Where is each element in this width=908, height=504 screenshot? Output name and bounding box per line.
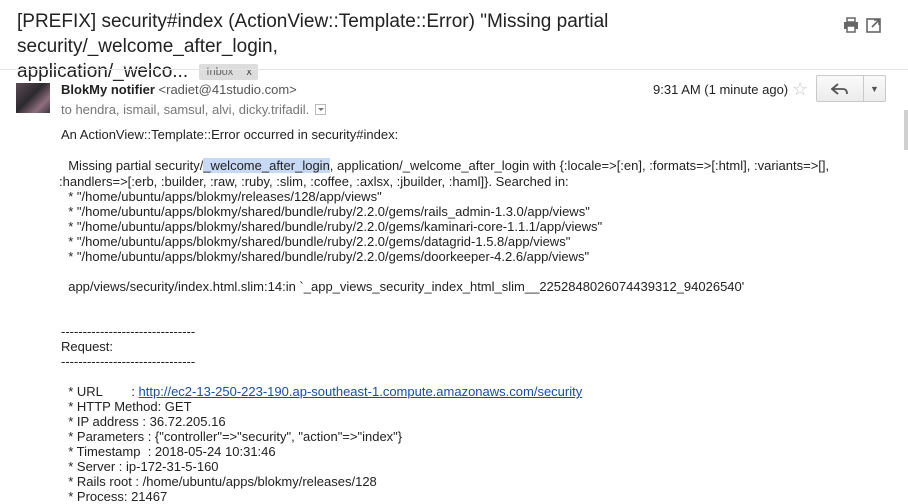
url-label: * URL : [61, 384, 139, 399]
reply-button[interactable] [816, 75, 864, 102]
sender-avatar[interactable] [16, 83, 50, 113]
search-path-item: * "/home/ubuntu/apps/blokmy/shared/bundl… [61, 219, 603, 234]
header-divider [0, 69, 908, 70]
error-suffix: , application/_welcome_after_login with … [329, 158, 830, 173]
new-window-icon[interactable] [866, 17, 882, 33]
request-detail: * Rails root : /home/ubuntu/apps/blokmy/… [61, 474, 377, 489]
print-icon[interactable] [843, 17, 859, 33]
more-actions-button[interactable]: ▼ [864, 75, 886, 102]
error-line-2: :handlers=>[:erb, :builder, :raw, :ruby,… [59, 174, 569, 189]
request-detail: * Timestamp : 2018-05-24 10:31:46 [61, 444, 276, 459]
star-icon[interactable]: ☆ [792, 79, 808, 100]
search-path-item: * "/home/ubuntu/apps/blokmy/shared/bundl… [61, 249, 590, 264]
request-detail: * IP address : 36.72.205.16 [61, 414, 226, 429]
request-detail: * Process: 21467 [61, 489, 168, 504]
scrollbar-thumb[interactable] [904, 110, 908, 150]
search-path-item: * "/home/ubuntu/apps/blokmy/shared/bundl… [61, 204, 590, 219]
subject-line-1: [PREFIX] security#index (ActionView::Tem… [17, 11, 609, 57]
remove-label-button[interactable]: x [246, 66, 252, 78]
sender-email: <radiet@41studio.com> [158, 82, 297, 97]
message-timestamp: 9:31 AM (1 minute ago) [653, 82, 789, 97]
request-detail: * Server : ip-172-31-5-160 [61, 459, 219, 474]
recipients-text: to hendra, ismail, samsul, alvi, dicky.t… [61, 102, 310, 117]
sender-name[interactable]: BlokMy notifier [61, 82, 155, 97]
email-subject: [PREFIX] security#index (ActionView::Tem… [17, 9, 827, 84]
reply-button-group: ▼ [816, 75, 886, 102]
subject-line-2: application/_welco... [17, 61, 189, 82]
request-detail: * Parameters : {"controller"=>"security"… [61, 429, 403, 444]
request-heading: Request: [61, 339, 114, 354]
highlighted-partial-name[interactable]: _welcome_after_login [203, 158, 330, 173]
search-path-item: * "/home/ubuntu/apps/blokmy/shared/bundl… [61, 234, 571, 249]
recipients-line: to hendra, ismail, samsul, alvi, dicky.t… [61, 102, 327, 118]
request-url-line: * URL : http://ec2-13-250-223-190.ap-sou… [61, 384, 582, 399]
separator-line: ------------------------------- [61, 354, 196, 369]
search-path-item: * "/home/ubuntu/apps/blokmy/releases/128… [61, 189, 382, 204]
inbox-label-text: Inbox [206, 66, 234, 78]
error-prefix: Missing partial security/ [61, 158, 204, 173]
body-intro: An ActionView::Template::Error occurred … [61, 127, 399, 142]
reply-icon [831, 82, 848, 95]
sender-info: BlokMy notifier <radiet@41studio.com> [61, 82, 297, 98]
inbox-label-chip: Inbox x [199, 64, 258, 80]
request-detail: * HTTP Method: GET [61, 399, 192, 414]
request-url-link[interactable]: http://ec2-13-250-223-190.ap-southeast-1… [139, 384, 583, 399]
show-details-dropdown-icon[interactable] [315, 104, 327, 115]
trace-line: app/views/security/index.html.slim:14:in… [61, 279, 745, 294]
error-line-1: Missing partial security/_welcome_after_… [61, 158, 829, 173]
separator-line: ------------------------------- [61, 324, 196, 339]
